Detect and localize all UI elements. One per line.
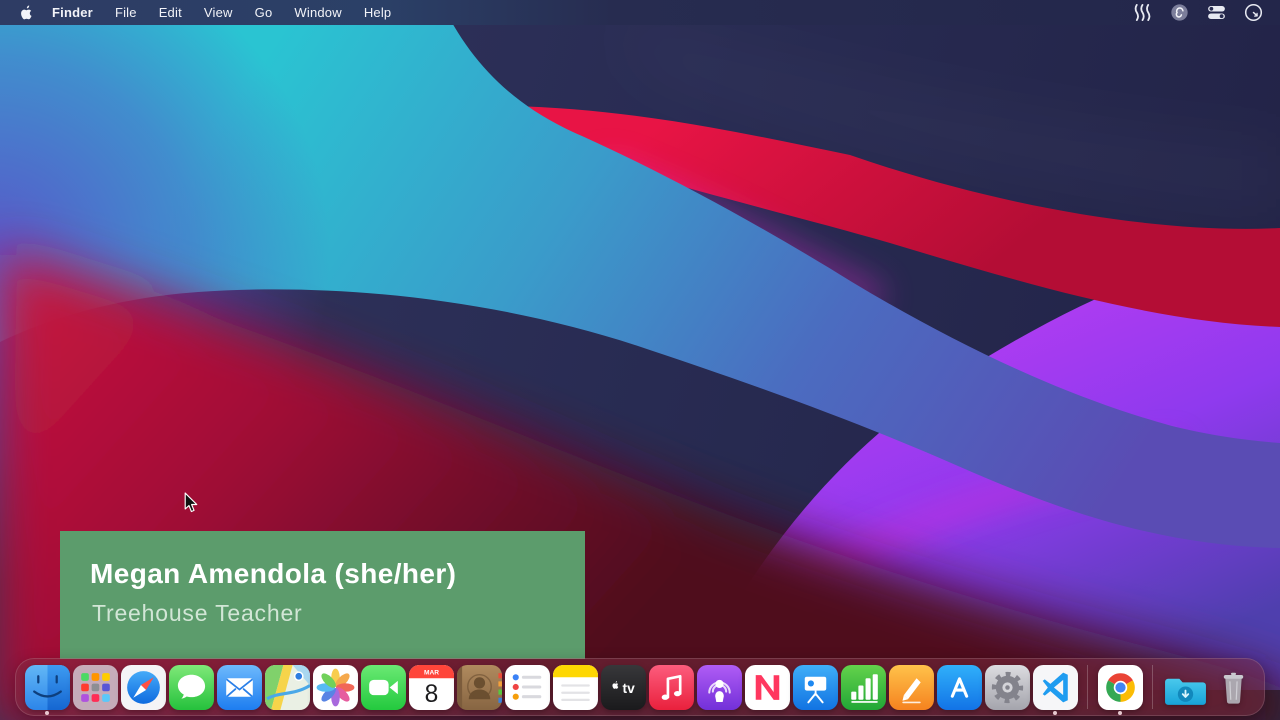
dock-item-facetime[interactable] bbox=[360, 664, 406, 710]
dock-item-app-store[interactable] bbox=[936, 664, 982, 710]
running-indicator bbox=[45, 711, 49, 715]
dock-item-vscode[interactable] bbox=[1032, 664, 1078, 710]
tv-label: tv bbox=[622, 681, 635, 696]
dock-item-chrome[interactable] bbox=[1097, 664, 1143, 710]
menu-item-file[interactable]: File bbox=[104, 0, 148, 25]
dock: MAR 8 bbox=[15, 658, 1265, 716]
dock-item-notes[interactable] bbox=[552, 664, 598, 710]
apple-logo-icon bbox=[18, 4, 33, 21]
menu-item-finder[interactable]: Finder bbox=[43, 0, 104, 25]
dock-item-finder[interactable] bbox=[24, 664, 70, 710]
dock-item-keynote[interactable] bbox=[792, 664, 838, 710]
running-indicator bbox=[1053, 711, 1057, 715]
dock-item-music[interactable] bbox=[648, 664, 694, 710]
dock-item-contacts[interactable] bbox=[456, 664, 502, 710]
dock-item-trash[interactable] bbox=[1210, 664, 1256, 710]
calendar-day-label: 8 bbox=[424, 680, 438, 707]
running-indicator bbox=[1118, 711, 1122, 715]
waves-icon[interactable] bbox=[1124, 0, 1161, 25]
menu-item-go[interactable]: Go bbox=[244, 0, 284, 25]
desktop: Finder File Edit View Go Window Help bbox=[0, 0, 1280, 720]
mouse-cursor bbox=[184, 492, 199, 513]
dock-item-photos[interactable] bbox=[312, 664, 358, 710]
dock-item-news[interactable] bbox=[744, 664, 790, 710]
dock-item-pages[interactable] bbox=[888, 664, 934, 710]
dock-item-maps[interactable] bbox=[264, 664, 310, 710]
banner-person-role: Treehouse Teacher bbox=[92, 600, 585, 627]
dock-separator bbox=[1087, 665, 1088, 709]
clock-icon[interactable] bbox=[1235, 0, 1280, 25]
dock-item-launchpad[interactable] bbox=[72, 664, 118, 710]
dock-item-downloads[interactable] bbox=[1162, 664, 1208, 710]
dock-item-mail[interactable] bbox=[216, 664, 262, 710]
dock-item-numbers[interactable] bbox=[840, 664, 886, 710]
name-banner: Megan Amendola (she/her) Treehouse Teach… bbox=[60, 531, 585, 659]
dock-item-system-preferences[interactable] bbox=[984, 664, 1030, 710]
menu-item-edit[interactable]: Edit bbox=[148, 0, 193, 25]
dock-item-podcasts[interactable] bbox=[696, 664, 742, 710]
banner-person-name: Megan Amendola (she/her) bbox=[90, 558, 585, 590]
dock-separator bbox=[1152, 665, 1153, 709]
menu-item-window[interactable]: Window bbox=[283, 0, 352, 25]
dock-item-messages[interactable] bbox=[168, 664, 214, 710]
calendar-month-label: MAR bbox=[423, 669, 438, 676]
menu-item-help[interactable]: Help bbox=[353, 0, 403, 25]
dock-item-safari[interactable] bbox=[120, 664, 166, 710]
dock-item-reminders[interactable] bbox=[504, 664, 550, 710]
creative-cloud-icon[interactable] bbox=[1161, 0, 1198, 25]
apple-menu[interactable] bbox=[0, 0, 43, 25]
control-center-icon[interactable] bbox=[1198, 0, 1235, 25]
dock-item-tv[interactable]: tv bbox=[600, 664, 646, 710]
menu-bar: Finder File Edit View Go Window Help bbox=[0, 0, 1280, 25]
dock-item-calendar[interactable]: MAR 8 bbox=[408, 664, 454, 710]
menu-item-view[interactable]: View bbox=[193, 0, 244, 25]
